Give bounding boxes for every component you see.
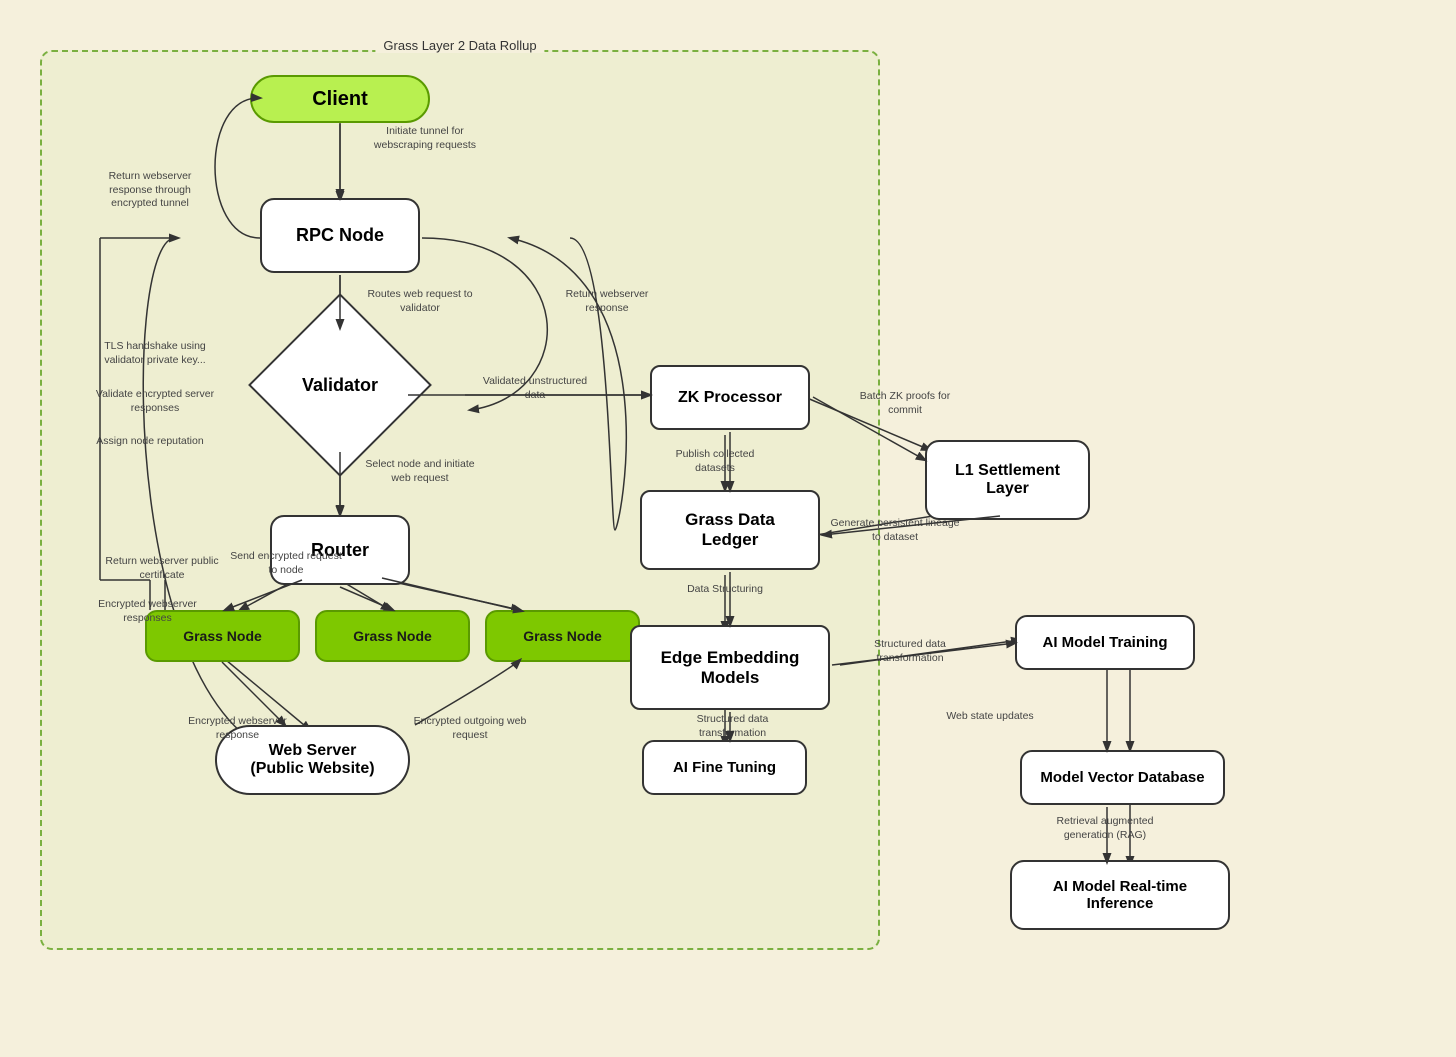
label-return-webserver-encrypted: Return webserver response through encryp… xyxy=(90,170,210,211)
ai-fine-tuning-label: AI Fine Tuning xyxy=(673,759,776,776)
label-structured-data-1: Structured data transformation xyxy=(850,638,970,665)
label-encrypted-webserver-responses: Encrypted webserver responses xyxy=(90,598,205,625)
model-vector-database-label: Model Vector Database xyxy=(1040,769,1204,786)
rpc-node-label: RPC Node xyxy=(296,225,384,246)
label-return-webserver-response: Return webserver response xyxy=(562,288,652,315)
ai-model-training-label: AI Model Training xyxy=(1042,634,1167,651)
label-generate-persistent: Generate persistent lineage to dataset xyxy=(830,517,960,544)
label-retrieval-augmented: Retrieval augmented generation (RAG) xyxy=(1035,815,1175,842)
label-routes-web-request: Routes web request to validator xyxy=(360,288,480,315)
edge-embedding-node: Edge EmbeddingModels xyxy=(630,625,830,710)
grass-data-ledger-label: Grass DataLedger xyxy=(685,510,775,550)
grass-layer-label: Grass Layer 2 Data Rollup xyxy=(375,38,544,53)
label-encrypted-webserver-response: Return webserver public certificate xyxy=(102,555,222,582)
label-publish-collected: Publish collected datasets xyxy=(660,448,770,475)
l1-settlement-node: L1 SettlementLayer xyxy=(925,440,1090,520)
label-tls-handshake: TLS handshake using validator private ke… xyxy=(90,340,220,367)
l1-settlement-label: L1 SettlementLayer xyxy=(955,462,1060,498)
grass-node-2-label: Grass Node xyxy=(353,628,432,644)
label-validated-unstructured: Validated unstructured data xyxy=(480,375,590,402)
label-send-encrypted-request: Send encrypted request to node xyxy=(226,550,346,577)
zk-processor-label: ZK Processor xyxy=(678,389,782,407)
label-assign-node-reputation: Assign node reputation xyxy=(90,435,210,449)
diagram-container: Grass Layer 2 Data Rollup xyxy=(30,20,1426,1037)
edge-embedding-label: Edge EmbeddingModels xyxy=(661,648,800,688)
zk-processor-node: ZK Processor xyxy=(650,365,810,430)
ai-realtime-inference-label: AI Model Real-timeInference xyxy=(1053,878,1187,912)
validator-container: Validator xyxy=(275,320,405,450)
label-web-state-updates: Web state updates xyxy=(940,710,1040,724)
grass-node-2: Grass Node xyxy=(315,610,470,662)
label-select-node: Select node and initiate web request xyxy=(355,458,485,485)
label-structured-data-2: Structured data transformation xyxy=(675,713,790,740)
ai-model-training-node: AI Model Training xyxy=(1015,615,1195,670)
rpc-node: RPC Node xyxy=(260,198,420,273)
client-label: Client xyxy=(312,88,368,111)
grass-node-3: Grass Node xyxy=(485,610,640,662)
grass-data-ledger-node: Grass DataLedger xyxy=(640,490,820,570)
client-node: Client xyxy=(250,75,430,123)
label-encrypted-webserver-response-bottom: Encrypted webserver response xyxy=(180,715,295,742)
label-validate-encrypted: Validate encrypted server responses xyxy=(90,388,220,415)
grass-node-3-label: Grass Node xyxy=(523,628,602,644)
ai-fine-tuning-node: AI Fine Tuning xyxy=(642,740,807,795)
label-data-structuring: Data Structuring xyxy=(675,583,775,597)
label-batch-zk-proofs: Batch ZK proofs for commit xyxy=(850,390,960,417)
label-initiate-tunnel: Initiate tunnel for webscraping requests xyxy=(360,125,490,152)
label-encrypted-outgoing: Encrypted outgoing web request xyxy=(410,715,530,742)
web-server-label: Web Server(Public Website) xyxy=(250,742,374,778)
ai-realtime-inference-node: AI Model Real-timeInference xyxy=(1010,860,1230,930)
grass-node-1-label: Grass Node xyxy=(183,628,262,644)
validator-label: Validator xyxy=(275,320,405,450)
model-vector-database-node: Model Vector Database xyxy=(1020,750,1225,805)
